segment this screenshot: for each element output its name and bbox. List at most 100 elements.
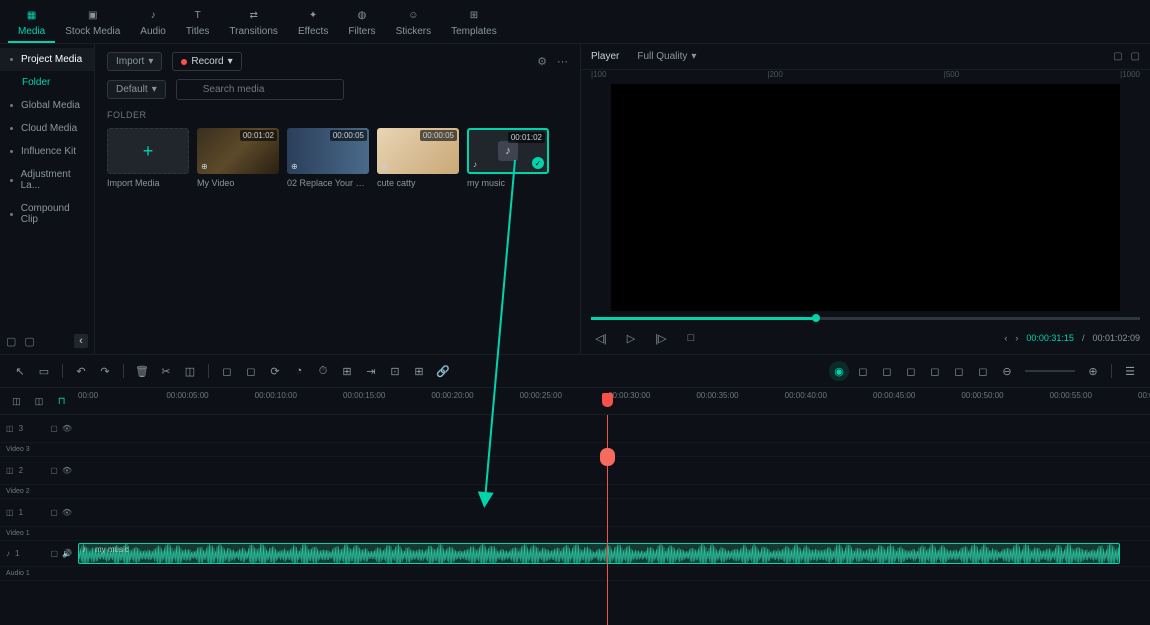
zoom-slider[interactable] [1025, 370, 1075, 372]
more-icon[interactable]: ⋯ [557, 55, 568, 68]
tab-transitions[interactable]: ⇄Transitions [219, 4, 288, 43]
pointer-tool[interactable]: ↖ [10, 361, 30, 381]
waveform [79, 544, 1119, 564]
record-button[interactable]: Record ▾ [172, 52, 241, 71]
angle-right-icon[interactable]: › [1015, 333, 1018, 343]
tab-titles[interactable]: TTitles [176, 4, 220, 43]
ruler-tick: 00:01:00:00 [1138, 391, 1150, 400]
sort-dropdown[interactable]: Default ▾ [107, 80, 166, 99]
import-dropdown[interactable]: Import ▾ [107, 52, 162, 71]
stop-button[interactable]: □ [681, 328, 701, 348]
link-tool[interactable]: 🔗 [433, 361, 453, 381]
tl-tool-2[interactable]: ◻ [877, 361, 897, 381]
tool-a[interactable]: ◻ [217, 361, 237, 381]
undo-button[interactable]: ↶ [71, 361, 91, 381]
tab-filters[interactable]: ◍Filters [338, 4, 385, 43]
video-track-icon: ◫ [6, 508, 14, 517]
tool-b[interactable]: ◻ [241, 361, 261, 381]
play-button[interactable]: ▷ [621, 328, 641, 348]
eye-icon[interactable]: 👁 [62, 424, 72, 433]
tab-templates[interactable]: ⊞Templates [441, 4, 507, 43]
track-header-video-2[interactable]: ◫2 ▢👁 [0, 457, 78, 484]
tl-tool-5[interactable]: ◻ [949, 361, 969, 381]
plus-icon: + [143, 141, 154, 162]
angle-left-icon[interactable]: ‹ [1004, 333, 1007, 343]
templates-icon: ⊞ [465, 6, 483, 24]
tool-g[interactable]: ⊡ [385, 361, 405, 381]
speed-tool[interactable]: ⏱ [313, 361, 333, 381]
tool-h[interactable]: ⊞ [409, 361, 429, 381]
sidebar-global-media[interactable]: Global Media [0, 94, 94, 117]
playhead[interactable] [607, 415, 608, 625]
media-card-02-replace-your-video[interactable]: 00:00:05⊕02 Replace Your Video [287, 128, 369, 188]
tab-stickers[interactable]: ☺Stickers [386, 4, 442, 43]
total-time: 00:01:02:09 [1092, 333, 1140, 343]
eye-icon[interactable]: 👁 [62, 466, 72, 475]
tab-effects[interactable]: ✦Effects [288, 4, 338, 43]
filter-icon[interactable]: ⚙ [537, 55, 547, 68]
magnet-icon[interactable]: ⊓ [53, 391, 70, 411]
timeline-opt-2[interactable]: ◫ [31, 391, 48, 411]
zoom-in-button[interactable]: ⊕ [1083, 361, 1103, 381]
ruler-tick: 00:00:25:00 [520, 391, 562, 400]
add-icon[interactable]: ⊕ [201, 162, 208, 171]
eye-icon[interactable]: 👁 [62, 508, 72, 517]
add-icon[interactable]: ⊕ [381, 162, 388, 171]
tl-tool-3[interactable]: ◻ [901, 361, 921, 381]
ruler-tick: 00:00:05:00 [166, 391, 208, 400]
media-card-import-media[interactable]: +Import Media [107, 128, 189, 188]
quality-dropdown[interactable]: Full Quality ▾ [629, 48, 704, 65]
sidebar-influence-kit[interactable]: Influence Kit [0, 140, 94, 163]
tool-d[interactable]: ◔ [289, 361, 309, 381]
split-button[interactable]: ✂ [156, 361, 176, 381]
media-card-my-music[interactable]: ♪00:01:02✓♪my music [467, 128, 549, 188]
search-input[interactable] [176, 79, 344, 100]
sidebar-adjustment-layer[interactable]: Adjustment La... [0, 163, 94, 197]
tool-f[interactable]: ⇥ [361, 361, 381, 381]
player-fit-icon[interactable]: ▢ [1113, 51, 1122, 62]
add-icon[interactable]: ⊕ [291, 162, 298, 171]
bin-icon[interactable]: ▢ [24, 335, 34, 348]
tl-tool-1[interactable]: ◻ [853, 361, 873, 381]
tl-tool-4[interactable]: ◻ [925, 361, 945, 381]
next-frame-button[interactable]: |▷ [651, 328, 671, 348]
video-preview[interactable] [611, 84, 1120, 311]
sidebar-folder[interactable]: Folder [0, 71, 94, 94]
seek-bar[interactable] [591, 317, 1140, 320]
prev-frame-button[interactable]: ◁| [591, 328, 611, 348]
media-card-cute-catty[interactable]: 00:00:05⊕cute catty [377, 128, 459, 188]
track-header-video-3[interactable]: ◫3 ▢👁 [0, 415, 78, 442]
crop-button[interactable]: ◫ [180, 361, 200, 381]
zoom-out-button[interactable]: ⊖ [997, 361, 1017, 381]
chevron-down-icon: ▾ [152, 84, 157, 95]
tl-tool-6[interactable]: ◻ [973, 361, 993, 381]
select-tool[interactable]: ▭ [34, 361, 54, 381]
tab-audio[interactable]: ♪Audio [130, 4, 176, 43]
sidebar-compound-clip[interactable]: Compound Clip [0, 197, 94, 231]
audio-clip-my-music[interactable]: ♪ my music [78, 543, 1120, 564]
tool-e[interactable]: ⊞ [337, 361, 357, 381]
new-folder-icon[interactable]: ▢ [6, 335, 16, 348]
mute-icon[interactable]: 🔊 [62, 549, 72, 558]
delete-button[interactable]: 🗑 [132, 361, 152, 381]
media-card-my-video[interactable]: 00:01:02⊕My Video [197, 128, 279, 188]
sidebar-cloud-media[interactable]: Cloud Media [0, 117, 94, 140]
lock-icon[interactable]: ▢ [50, 549, 58, 558]
folder-heading: FOLDER [107, 110, 568, 120]
tab-stock-media[interactable]: ▣Stock Media [55, 4, 130, 43]
track-header-video-1[interactable]: ◫1 ▢👁 [0, 499, 78, 526]
auto-tool[interactable]: ◉ [829, 361, 849, 381]
tool-c[interactable]: ⟳ [265, 361, 285, 381]
sidebar-project-media[interactable]: Project Media [0, 48, 94, 71]
lock-icon[interactable]: ▢ [50, 466, 58, 475]
tab-media[interactable]: ▦Media [8, 4, 55, 43]
lock-icon[interactable]: ▢ [50, 424, 58, 433]
redo-button[interactable]: ↷ [95, 361, 115, 381]
player-snapshot-icon[interactable]: ▢ [1131, 51, 1140, 62]
titles-icon: T [189, 6, 207, 24]
view-options[interactable]: ☰ [1120, 361, 1140, 381]
track-header-audio-1[interactable]: ♪1 ▢🔊 [0, 541, 78, 566]
timeline-opt-1[interactable]: ◫ [8, 391, 25, 411]
collapse-sidebar-icon[interactable]: ‹ [74, 334, 88, 348]
lock-icon[interactable]: ▢ [50, 508, 58, 517]
